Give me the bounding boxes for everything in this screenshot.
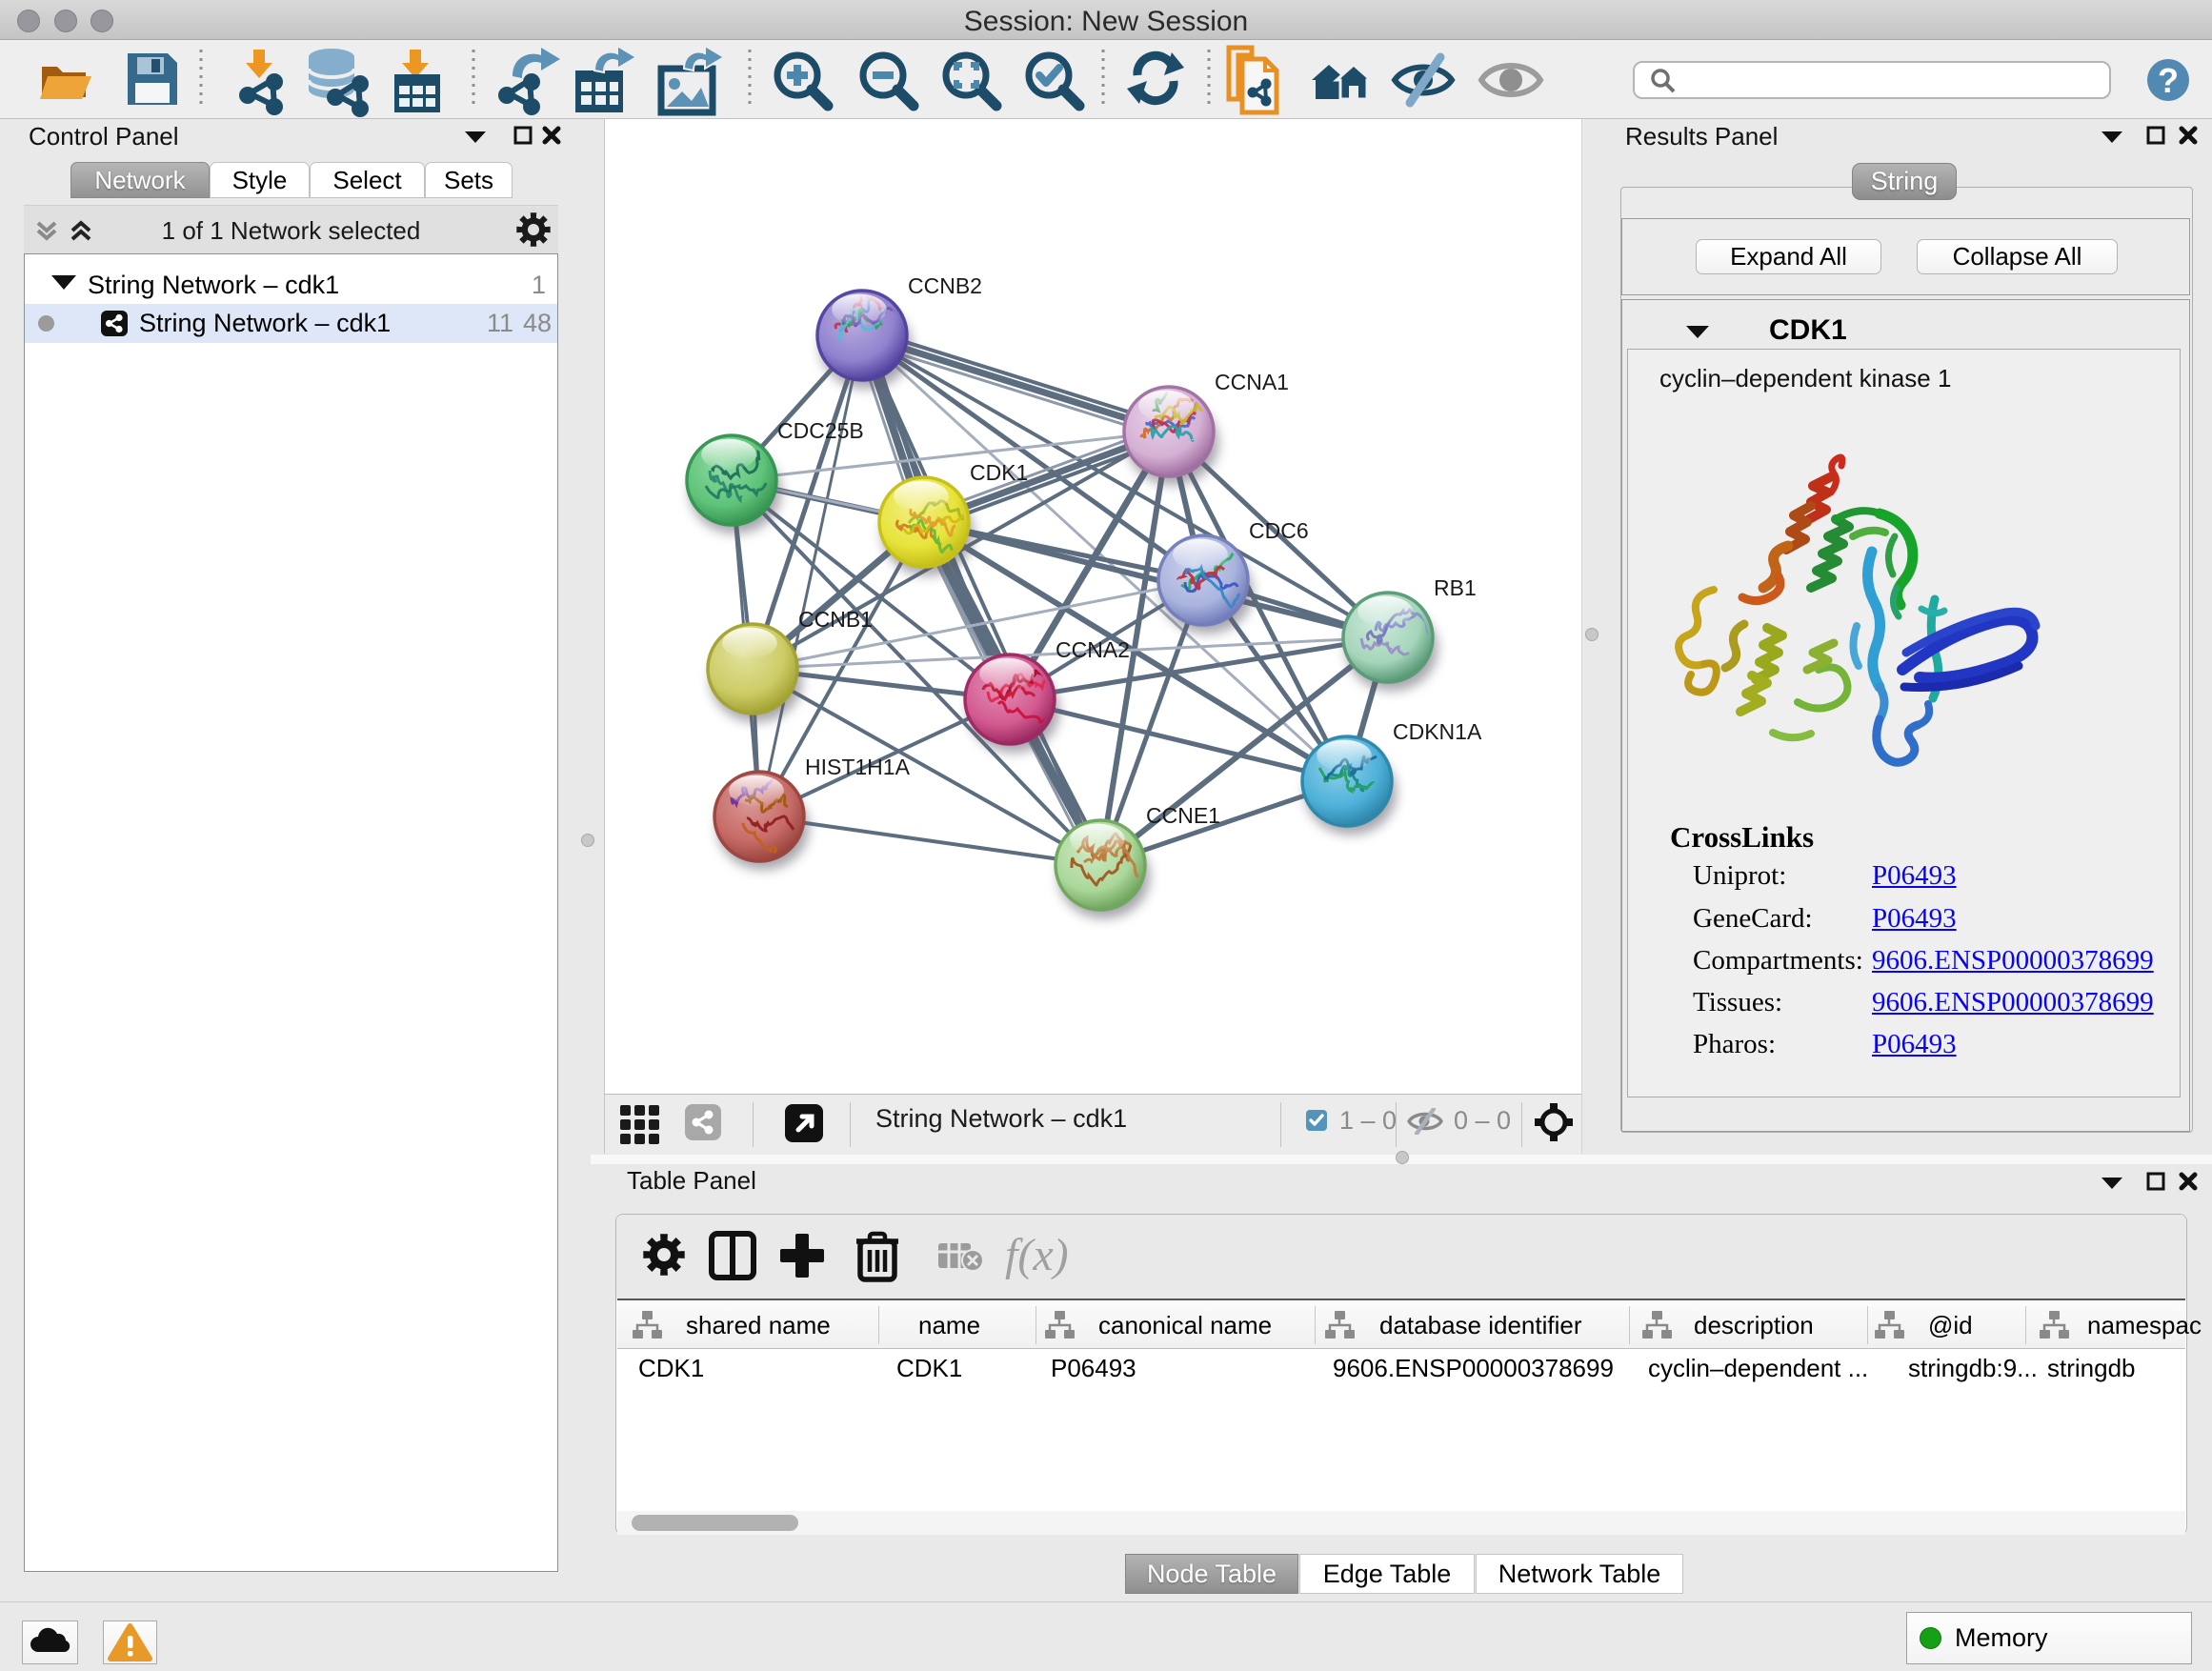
- svg-text:HIST1H1A: HIST1H1A: [805, 755, 911, 779]
- svg-text:CDC6: CDC6: [1249, 518, 1309, 543]
- svg-text:CCNE1: CCNE1: [1146, 803, 1220, 828]
- svg-text:RB1: RB1: [1434, 575, 1477, 600]
- svg-text:CCNA2: CCNA2: [1056, 637, 1130, 662]
- svg-text:CDKN1A: CDKN1A: [1393, 719, 1482, 744]
- svg-text:?: ?: [2158, 61, 2179, 100]
- svg-text:CDK1: CDK1: [970, 460, 1028, 485]
- svg-text:f(x): f(x): [1005, 1230, 1069, 1280]
- svg-text:CCNB2: CCNB2: [908, 273, 982, 298]
- svg-text:CCNB1: CCNB1: [798, 607, 873, 632]
- svg-text:CDC25B: CDC25B: [777, 418, 864, 443]
- svg-text:CCNA1: CCNA1: [1215, 370, 1289, 394]
